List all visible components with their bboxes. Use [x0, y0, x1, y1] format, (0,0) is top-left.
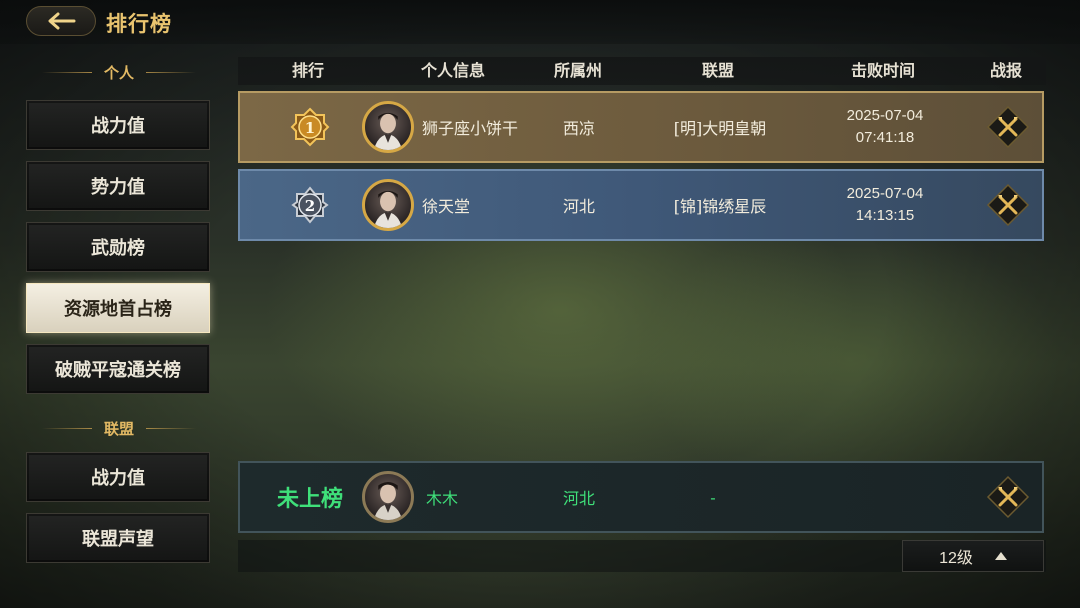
rank-badge: 2 [286, 171, 334, 239]
defeat-date: 2025-07-04 [846, 107, 924, 124]
top-bar: 排行榜 [0, 0, 1080, 44]
sidebar-item-power[interactable]: 战力值 [26, 100, 210, 150]
defeat-clock: 07:41:18 [855, 129, 915, 146]
avatar-cell[interactable] [360, 463, 416, 531]
report-button[interactable] [982, 463, 1034, 531]
column-rank: 排行 [291, 61, 324, 80]
rank-badge: 1 [286, 93, 334, 161]
defeat-time: 2025-07-04 14:13:15 [830, 171, 940, 239]
back-button[interactable] [26, 6, 96, 36]
my-name: 木木 [426, 489, 459, 508]
report-button[interactable] [982, 171, 1034, 239]
column-report: 战报 [989, 61, 1022, 80]
section-label-alliance: 联盟 [30, 417, 208, 439]
defeat-time: 2025-07-04 07:41:18 [830, 93, 940, 161]
page-title: 排行榜 [106, 11, 172, 36]
sidebar-item-merit[interactable]: 武勋榜 [26, 222, 210, 272]
portrait-icon [373, 112, 403, 150]
avatar [362, 179, 414, 231]
level-value: 12级 [939, 550, 973, 567]
avatar-cell[interactable] [360, 93, 416, 161]
gold-rank-badge-icon: 1 [290, 107, 330, 147]
column-personal-info: 个人信息 [420, 61, 485, 80]
section-label-text: 个人 [104, 63, 135, 82]
silver-rank-badge-icon: 2 [291, 186, 329, 224]
section-label-text: 联盟 [104, 419, 135, 438]
triangle-up-icon [994, 552, 1007, 560]
avatar [362, 101, 414, 153]
portrait-icon [373, 481, 403, 520]
sidebar-item-alliance-power[interactable]: 战力值 [26, 452, 210, 502]
my-alliance: - [710, 487, 716, 507]
table-row[interactable]: 2 徐天堂 河北 [锦]锦绣星辰 2025-07-04 14:13:15 [238, 169, 1044, 241]
player-state: 河北 [562, 197, 595, 216]
crossed-swords-icon [986, 183, 1030, 227]
crossed-swords-icon [986, 105, 1030, 149]
column-defeat-time: 击败时间 [850, 61, 915, 80]
avatar [362, 471, 414, 523]
back-arrow-icon [48, 12, 76, 30]
section-label-personal: 个人 [30, 61, 208, 83]
unranked-label: 未上榜 [276, 486, 343, 512]
my-state: 河北 [562, 489, 595, 508]
player-name: 狮子座小饼干 [422, 119, 519, 138]
sidebar: 个人 战力值 势力值 武勋榜 资源地首占榜 破贼平寇通关榜 联盟 战力值 联盟声… [0, 56, 230, 608]
sidebar-item-influence[interactable]: 势力值 [26, 161, 210, 211]
player-alliance: [锦]锦绣星辰 [673, 197, 767, 216]
avatar-cell[interactable] [360, 171, 416, 239]
my-rank-row[interactable]: 未上榜 木木 河北 - [238, 461, 1044, 533]
column-state: 所属州 [553, 61, 602, 80]
portrait-icon [373, 190, 403, 228]
svg-text:2: 2 [305, 197, 315, 215]
sidebar-item-resource-first-capture[interactable]: 资源地首占榜 [26, 283, 210, 333]
crossed-swords-icon [986, 475, 1030, 519]
table-header: 排行 个人信息 所属州 联盟 击败时间 战报 [238, 57, 1046, 85]
svg-text:1: 1 [305, 119, 315, 137]
defeat-date: 2025-07-04 [846, 185, 924, 202]
defeat-clock: 14:13:15 [855, 207, 915, 224]
player-name: 徐天堂 [422, 197, 471, 216]
sidebar-item-alliance-prestige[interactable]: 联盟声望 [26, 513, 210, 563]
level-dropdown[interactable]: 12级 [902, 540, 1044, 572]
player-alliance: [明]大明皇朝 [673, 119, 767, 138]
player-state: 西凉 [562, 119, 595, 138]
sidebar-item-bandit-clear[interactable]: 破贼平寇通关榜 [26, 344, 210, 394]
report-button[interactable] [982, 93, 1034, 161]
table-row[interactable]: 1 狮子座小饼干 西凉 [明]大明皇朝 2025-07-04 07:41:18 [238, 91, 1044, 163]
column-alliance: 联盟 [701, 61, 734, 80]
